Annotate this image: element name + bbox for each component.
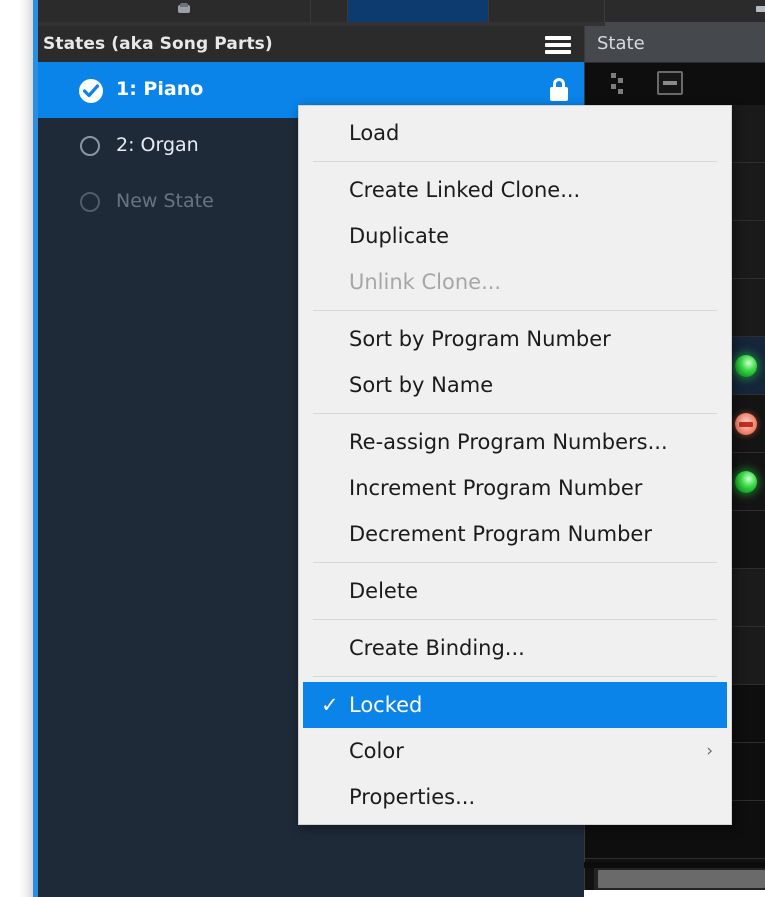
menu-item-increment-program-number[interactable]: Increment Program Number bbox=[299, 465, 731, 511]
window-controls-icon[interactable] bbox=[756, 6, 765, 14]
app-window: States (aka Song Parts) 1: Piano 2: Orga… bbox=[0, 0, 765, 897]
menu-item-label: Load bbox=[349, 121, 400, 145]
drag-dots-icon[interactable] bbox=[611, 73, 625, 95]
state-context-menu: Load Create Linked Clone... Duplicate Unlin… bbox=[298, 105, 732, 825]
state-list-item-label: New State bbox=[116, 190, 214, 212]
state-detail-toolbar bbox=[585, 63, 765, 106]
menu-item-label: Sort by Name bbox=[349, 373, 494, 397]
toolbar-separator bbox=[310, 0, 311, 22]
menu-separator bbox=[313, 676, 717, 677]
save-icon[interactable] bbox=[177, 3, 192, 16]
toolbar-separator bbox=[604, 0, 605, 22]
menu-item-label: Duplicate bbox=[349, 224, 450, 248]
menu-item-re-assign-program-numbers[interactable]: Re-assign Program Numbers... bbox=[299, 419, 731, 465]
top-toolbar bbox=[38, 0, 765, 23]
menu-item-label: Properties... bbox=[349, 785, 476, 809]
menu-item-label: Increment Program Number bbox=[349, 476, 643, 500]
menu-item-label: Locked bbox=[349, 693, 423, 717]
menu-item-label: Create Binding... bbox=[349, 636, 525, 660]
state-detail-title: State bbox=[597, 33, 645, 54]
window-bottom-edge bbox=[584, 890, 765, 897]
menu-item-decrement-program-number[interactable]: Decrement Program Number bbox=[299, 511, 731, 557]
menu-item-label: Decrement Program Number bbox=[349, 522, 652, 546]
radio-unselected-icon bbox=[80, 136, 100, 156]
state-list-item-label: 1: Piano bbox=[116, 78, 204, 100]
horizontal-scrollbar-thumb[interactable] bbox=[598, 870, 765, 888]
menu-item-label: Unlink Clone... bbox=[349, 270, 502, 294]
toolbar-separator bbox=[347, 0, 348, 22]
menu-separator bbox=[313, 619, 717, 620]
menu-item-properties[interactable]: Properties... bbox=[299, 774, 731, 820]
menu-item-locked[interactable]: ✓ Locked bbox=[303, 682, 727, 728]
menu-item-label: Color bbox=[349, 739, 404, 763]
status-led-green bbox=[735, 355, 757, 377]
check-icon: ✓ bbox=[321, 693, 339, 717]
menu-item-label: Delete bbox=[349, 579, 418, 603]
states-panel-title: States (aka Song Parts) bbox=[43, 34, 273, 54]
menu-item-unlink-clone: Unlink Clone... bbox=[299, 259, 731, 305]
state-list-item-label: 2: Organ bbox=[116, 134, 199, 156]
menu-item-load[interactable]: Load bbox=[299, 110, 731, 156]
menu-item-create-linked-clone[interactable]: Create Linked Clone... bbox=[299, 167, 731, 213]
menu-separator bbox=[313, 161, 717, 162]
window-left-gutter bbox=[0, 0, 33, 897]
menu-separator bbox=[313, 310, 717, 311]
minus-icon[interactable] bbox=[657, 71, 683, 95]
menu-item-label: Sort by Program Number bbox=[349, 327, 611, 351]
menu-item-duplicate[interactable]: Duplicate bbox=[299, 213, 731, 259]
radio-unselected-icon bbox=[80, 192, 100, 212]
menu-item-color[interactable]: Color › bbox=[299, 728, 731, 774]
status-led-red bbox=[735, 413, 757, 435]
menu-item-delete[interactable]: Delete bbox=[299, 568, 731, 614]
lock-icon[interactable] bbox=[549, 78, 569, 102]
toolbar-separator bbox=[488, 0, 489, 22]
status-led-green bbox=[735, 471, 757, 493]
states-panel-header: States (aka Song Parts) bbox=[38, 26, 584, 63]
menu-separator bbox=[313, 562, 717, 563]
state-selected-check-icon bbox=[79, 79, 103, 103]
menu-item-sort-by-program-number[interactable]: Sort by Program Number bbox=[299, 316, 731, 362]
chevron-right-icon: › bbox=[706, 741, 713, 761]
state-detail-header: State bbox=[585, 26, 765, 63]
menu-item-label: Re-assign Program Numbers... bbox=[349, 430, 668, 454]
toolbar-active-cell[interactable] bbox=[348, 0, 488, 22]
menu-item-sort-by-name[interactable]: Sort by Name bbox=[299, 362, 731, 408]
menu-item-label: Create Linked Clone... bbox=[349, 178, 581, 202]
menu-item-create-binding[interactable]: Create Binding... bbox=[299, 625, 731, 671]
hamburger-menu-icon[interactable] bbox=[545, 36, 571, 54]
menu-separator bbox=[313, 413, 717, 414]
